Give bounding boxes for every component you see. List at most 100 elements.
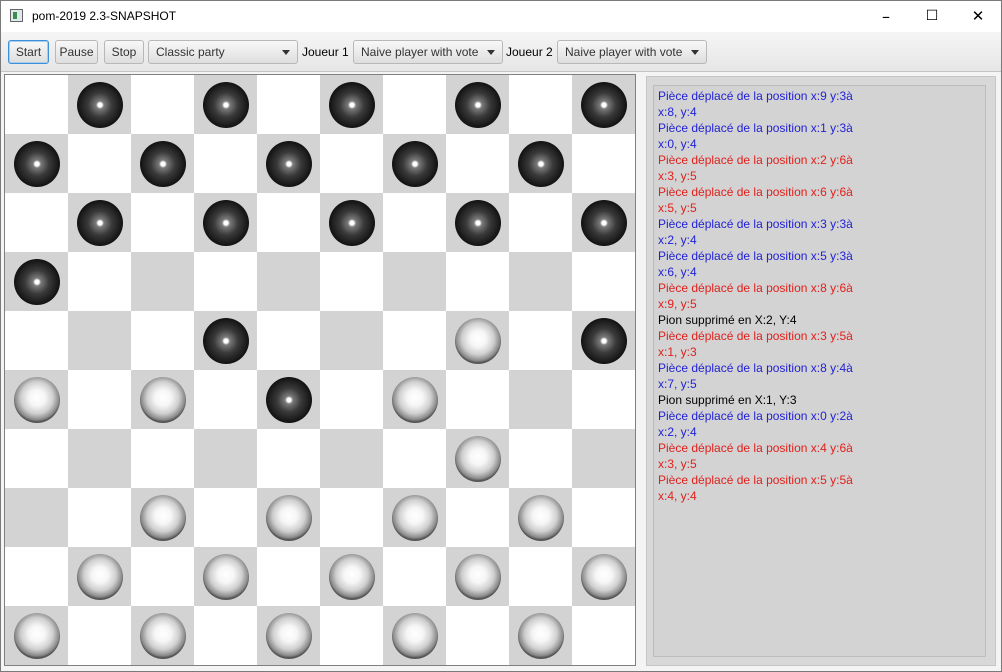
close-button[interactable]: ✕ — [955, 1, 1001, 32]
white-piece[interactable] — [454, 553, 501, 600]
board-square[interactable] — [68, 429, 131, 488]
board-square[interactable] — [131, 311, 194, 370]
white-piece[interactable] — [517, 494, 564, 541]
white-piece[interactable] — [265, 494, 312, 541]
black-piece[interactable] — [76, 81, 123, 128]
board-square[interactable] — [572, 252, 635, 311]
white-piece[interactable] — [391, 376, 438, 423]
board-square[interactable] — [131, 547, 194, 606]
board-square[interactable] — [383, 429, 446, 488]
game-mode-select[interactable]: Classic party — [148, 40, 298, 64]
board-square[interactable] — [194, 429, 257, 488]
start-button[interactable]: Start — [8, 40, 49, 64]
board-square[interactable] — [257, 75, 320, 134]
board-square[interactable] — [5, 488, 68, 547]
board-square[interactable] — [131, 252, 194, 311]
black-piece[interactable] — [517, 140, 564, 187]
white-piece[interactable] — [202, 553, 249, 600]
black-piece[interactable] — [580, 317, 627, 364]
board-square[interactable] — [194, 488, 257, 547]
black-piece[interactable] — [76, 199, 123, 246]
board-square[interactable] — [509, 311, 572, 370]
board-square[interactable] — [131, 429, 194, 488]
white-piece[interactable] — [328, 553, 375, 600]
black-piece[interactable] — [580, 199, 627, 246]
board-square[interactable] — [509, 547, 572, 606]
white-piece[interactable] — [391, 612, 438, 659]
board-square[interactable] — [572, 606, 635, 665]
board-square[interactable] — [572, 488, 635, 547]
board-square[interactable] — [257, 311, 320, 370]
board-square[interactable] — [194, 370, 257, 429]
board-square[interactable] — [194, 606, 257, 665]
move-log[interactable]: Pièce déplacé de la position x:9 y:3à x:… — [653, 85, 986, 657]
white-piece[interactable] — [454, 317, 501, 364]
white-piece[interactable] — [517, 612, 564, 659]
board-square[interactable] — [572, 429, 635, 488]
board-square[interactable] — [5, 547, 68, 606]
board-square[interactable] — [383, 75, 446, 134]
board-square[interactable] — [572, 370, 635, 429]
white-piece[interactable] — [13, 376, 60, 423]
white-piece[interactable] — [139, 376, 186, 423]
black-piece[interactable] — [13, 258, 60, 305]
board-square[interactable] — [257, 547, 320, 606]
board-square[interactable] — [257, 252, 320, 311]
minimize-button[interactable]: – — [863, 1, 909, 32]
white-piece[interactable] — [139, 494, 186, 541]
white-piece[interactable] — [391, 494, 438, 541]
pause-button[interactable]: Pause — [55, 40, 98, 64]
black-piece[interactable] — [202, 199, 249, 246]
board-square[interactable] — [383, 547, 446, 606]
board-square[interactable] — [68, 606, 131, 665]
board-square[interactable] — [572, 134, 635, 193]
white-piece[interactable] — [13, 612, 60, 659]
stop-button[interactable]: Stop — [104, 40, 144, 64]
white-piece[interactable] — [76, 553, 123, 600]
black-piece[interactable] — [391, 140, 438, 187]
black-piece[interactable] — [580, 81, 627, 128]
board-square[interactable] — [320, 134, 383, 193]
black-piece[interactable] — [202, 317, 249, 364]
black-piece[interactable] — [454, 199, 501, 246]
board-square[interactable] — [257, 429, 320, 488]
board-square[interactable] — [68, 252, 131, 311]
board-square[interactable] — [509, 75, 572, 134]
board-square[interactable] — [131, 193, 194, 252]
black-piece[interactable] — [265, 140, 312, 187]
player1-select[interactable]: Naive player with vote — [353, 40, 503, 64]
board-square[interactable] — [383, 252, 446, 311]
board-square[interactable] — [320, 606, 383, 665]
board-square[interactable] — [68, 488, 131, 547]
black-piece[interactable] — [454, 81, 501, 128]
board-square[interactable] — [320, 311, 383, 370]
white-piece[interactable] — [265, 612, 312, 659]
board-square[interactable] — [131, 75, 194, 134]
board-square[interactable] — [320, 370, 383, 429]
board-square[interactable] — [68, 370, 131, 429]
white-piece[interactable] — [139, 612, 186, 659]
board-square[interactable] — [509, 370, 572, 429]
black-piece[interactable] — [265, 376, 312, 423]
board-square[interactable] — [194, 134, 257, 193]
black-piece[interactable] — [328, 81, 375, 128]
white-piece[interactable] — [454, 435, 501, 482]
board-square[interactable] — [320, 488, 383, 547]
board-square[interactable] — [446, 370, 509, 429]
board-square[interactable] — [446, 134, 509, 193]
board-square[interactable] — [5, 193, 68, 252]
board-square[interactable] — [509, 429, 572, 488]
board-square[interactable] — [5, 429, 68, 488]
board-square[interactable] — [68, 134, 131, 193]
board-square[interactable] — [194, 252, 257, 311]
board-square[interactable] — [68, 311, 131, 370]
board-square[interactable] — [257, 193, 320, 252]
board-square[interactable] — [320, 252, 383, 311]
black-piece[interactable] — [202, 81, 249, 128]
board-square[interactable] — [383, 193, 446, 252]
board-square[interactable] — [509, 252, 572, 311]
board-square[interactable] — [383, 311, 446, 370]
black-piece[interactable] — [328, 199, 375, 246]
board-square[interactable] — [446, 606, 509, 665]
board-square[interactable] — [5, 75, 68, 134]
